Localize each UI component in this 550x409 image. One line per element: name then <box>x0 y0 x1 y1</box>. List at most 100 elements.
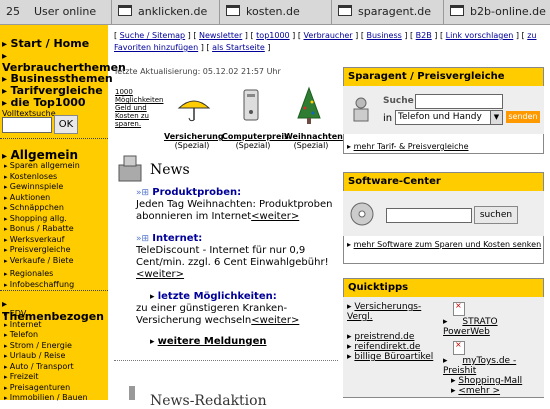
sidebar-item-schnaeppchen[interactable]: Schnäppchen <box>4 203 80 214</box>
quicktipps-right: ▸ STRATO PowerWeb ▸ myToys.de - Preishit… <box>443 301 543 396</box>
search-ok-button[interactable]: OK <box>54 115 78 134</box>
computer-icon[interactable] <box>238 88 264 124</box>
tab-label: sparagent.de <box>358 5 431 18</box>
nav-link-startseite[interactable]: als Startseite <box>212 43 265 52</box>
nav-link-business[interactable]: Business <box>367 31 402 40</box>
software-header: Software-Center <box>344 173 543 192</box>
sparagent-header: Sparagent / Preisvergleiche <box>344 68 543 87</box>
sidebar-item-edv[interactable]: EDV <box>4 309 88 320</box>
sparagent-search-panel: Suche in Telefon und Handy ▼ senden <box>343 86 544 134</box>
spezial-computerpreis[interactable]: Computerpreis (Spezial) <box>222 132 289 150</box>
category-select[interactable]: Telefon und Handy ▼ <box>395 110 503 125</box>
nav-link-top1000[interactable]: top1000 <box>256 31 289 40</box>
news-icon <box>118 155 142 182</box>
top-navigation: [ Suche / Sitemap ] [ Newsletter ] [ top… <box>114 31 537 52</box>
divider <box>114 360 338 361</box>
sidebar-item-freizeit[interactable]: Freizeit <box>4 372 88 383</box>
send-button[interactable]: senden <box>506 111 540 123</box>
sparagent-search-label: Suche <box>383 96 414 106</box>
window-icon <box>226 5 240 16</box>
sparagent-more-link[interactable]: ▸ mehr Tarif- & Preisvergleiche <box>347 142 469 151</box>
promo-link[interactable]: 1000 Möglichkeiten Geld und Kosten zu sp… <box>115 88 163 128</box>
sidebar-item-start[interactable]: ▸ Start / Home <box>2 38 126 50</box>
news-item: »⊞ Internet: TeleDiscount - Internet für… <box>136 233 329 280</box>
list-item[interactable]: ▸ STRATO PowerWeb <box>443 317 543 337</box>
news-more-link[interactable]: <weiter> <box>251 315 299 326</box>
news-more-link[interactable]: <weiter> <box>136 269 184 280</box>
sidebar-item-urlaub[interactable]: Urlaub / Reise <box>4 351 88 362</box>
sidebar: ▸ Start / Home ▸ Verbraucherthemen ▸ Bus… <box>0 25 126 402</box>
software-search-button[interactable]: suchen <box>474 206 518 224</box>
sidebar-item-telefon[interactable]: Telefon <box>4 330 88 341</box>
sidebar-item-shopping[interactable]: Shopping allg. <box>4 214 80 225</box>
nav-link-vorschlagen[interactable]: Link vorschlagen <box>446 31 514 40</box>
sidebar-item-kostenloses[interactable]: Kostenloses <box>4 172 80 183</box>
sidebar-item-werksverkauf[interactable]: Werksverkauf <box>4 235 80 246</box>
quicktipps-panel: ▸ Versicherungs-Vergl. ▸ preistrend.de ▸… <box>343 297 544 397</box>
sidebar-item-internet[interactable]: Internet <box>4 320 88 331</box>
software-search-input[interactable] <box>386 208 472 223</box>
nav-link-b2b[interactable]: B2B <box>416 31 432 40</box>
software-more-link[interactable]: ▸ mehr Software zum Sparen und Kosten se… <box>347 240 542 250</box>
quicktipps-header: Quicktipps <box>344 279 543 298</box>
list-item[interactable]: ▸ myToys.de - Preishit <box>443 356 543 376</box>
news-heading: News <box>150 162 190 178</box>
online-count: 25 <box>6 5 20 18</box>
themen-list: EDV Internet Telefon Strom / Energie Url… <box>4 309 88 404</box>
umbrella-icon[interactable] <box>176 92 212 124</box>
list-item[interactable]: ▸ Shopping-Mall <box>451 376 543 386</box>
list-item[interactable]: ▸ reifendirekt.de <box>347 342 437 352</box>
window-icon <box>450 5 464 16</box>
sidebar-item-gewinnspiele[interactable]: Gewinnspiele <box>4 182 80 193</box>
tab-b2b[interactable]: b2b-online.de <box>444 0 550 24</box>
sidebar-item-immobilien[interactable]: Immobilien / Bauen <box>4 393 88 404</box>
taskbar: 25 User online anklicken.de kosten.de sp… <box>0 0 550 25</box>
christmas-tree-icon[interactable] <box>296 86 322 126</box>
news-more-link[interactable]: <weiter> <box>251 211 299 222</box>
allgemein-list: Sparen allgemein Kostenloses Gewinnspiel… <box>4 161 80 290</box>
sidebar-item-auto[interactable]: Auto / Transport <box>4 362 88 373</box>
sidebar-item-preisagenturen[interactable]: Preisagenturen <box>4 383 88 394</box>
spezial-versicherung[interactable]: Versicherung (Spezial) <box>164 132 224 150</box>
next-section-fragment: News-Redaktion <box>150 393 267 409</box>
search-input[interactable] <box>2 117 52 133</box>
sidebar-item-top1000[interactable]: ▸ die Top1000 <box>2 97 126 109</box>
sidebar-item-verbraucher[interactable]: ▸ Verbraucherthemen <box>2 50 126 73</box>
list-item[interactable]: ▸ preistrend.de <box>347 332 437 342</box>
sidebar-item-infobeschaffung[interactable]: Infobeschaffung <box>4 280 80 291</box>
list-item[interactable]: ▸ <mehr > <box>451 386 543 396</box>
section-allgemein[interactable]: ▸ Allgemein <box>2 148 78 162</box>
bullet-icon: »⊞ <box>136 234 150 244</box>
nav-link-sitemap[interactable]: Suche / Sitemap <box>120 31 185 40</box>
chevron-down-icon: ▼ <box>490 111 502 124</box>
tab-anklicken[interactable]: anklicken.de <box>112 0 220 24</box>
sidebar-item-regionales[interactable]: Regionales <box>4 269 80 280</box>
software-search-panel: suchen <box>343 191 544 236</box>
person-icon <box>353 97 369 122</box>
news-item: »⊞ Produktproben: Jeden Tag Weihnachten:… <box>136 187 333 222</box>
sidebar-item-preisvergleiche[interactable]: Preisvergleiche <box>4 245 80 256</box>
nav-link-newsletter[interactable]: Newsletter <box>199 31 242 40</box>
sparagent-search-input[interactable] <box>415 94 503 109</box>
bullet-icon: »⊞ <box>136 188 150 198</box>
sidebar-item-strom[interactable]: Strom / Energie <box>4 341 88 352</box>
list-item[interactable]: ▸ Versicherungs-Vergl. <box>347 302 437 322</box>
tab-sparagent[interactable]: sparagent.de <box>332 0 444 24</box>
last-update: letzte Aktualisierung: 05.12.02 21:57 Uh… <box>115 67 281 76</box>
tab-kosten[interactable]: kosten.de <box>220 0 332 24</box>
quicktipps-left: ▸ Versicherungs-Vergl. ▸ preistrend.de ▸… <box>347 302 437 362</box>
news-item: ▸ letzte Möglichkeiten: zu einer günstig… <box>136 291 300 326</box>
nav-link-verbraucher[interactable]: Verbraucher <box>304 31 353 40</box>
bullet-icon: ▸ <box>150 292 155 302</box>
list-item[interactable]: ▸ billige Büroartikel <box>347 352 437 362</box>
cd-icon <box>350 202 374 226</box>
sidebar-item-bonus[interactable]: Bonus / Rabatte <box>4 224 80 235</box>
divider <box>0 138 108 139</box>
sidebar-item-verkaufe[interactable]: Verkaufe / Biete <box>4 256 80 267</box>
spezial-weihnachten[interactable]: Weihnachten (Spezial) <box>284 132 343 150</box>
sidebar-item-auktionen[interactable]: Auktionen <box>4 193 80 204</box>
broken-image-icon <box>453 301 543 317</box>
more-news-link[interactable]: ▸ weitere Meldungen <box>150 336 355 348</box>
category-list: ▸ Start / Home ▸ Verbraucherthemen ▸ Bus… <box>2 38 126 109</box>
sidebar-item-sparen[interactable]: Sparen allgemein <box>4 161 80 172</box>
